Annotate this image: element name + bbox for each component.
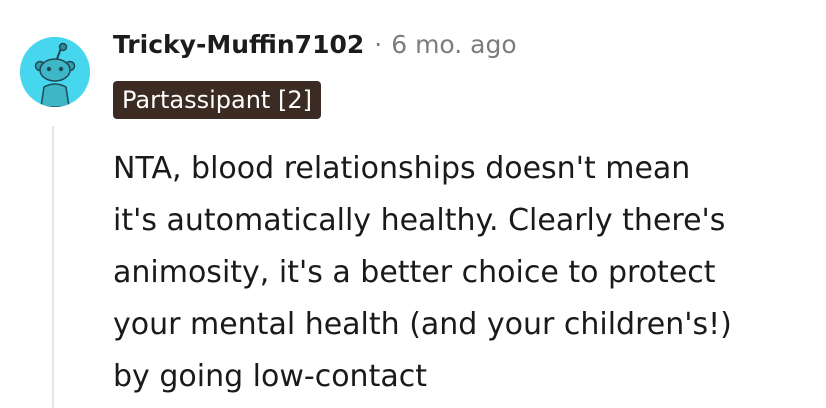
comment-body-line: animosity, it's a better choice to prote… <box>113 255 716 290</box>
comment-body-line: your mental health (and your children's!… <box>113 307 732 342</box>
comment-timestamp[interactable]: 6 mo. ago <box>391 30 516 59</box>
comment: Tricky-Muffin7102 · 6 mo. ago Partassipa… <box>0 0 826 408</box>
comment-body-line: it's automatically healthy. Clearly ther… <box>113 203 726 238</box>
thread-line[interactable] <box>52 126 54 408</box>
avatar[interactable] <box>20 37 90 107</box>
snoo-avatar-icon <box>20 37 90 107</box>
comment-body-line: NTA, blood relationships doesn't mean <box>113 151 691 186</box>
comment-body-line: by going low-contact <box>113 359 427 394</box>
author-username[interactable]: Tricky-Muffin7102 <box>113 30 364 59</box>
comment-body: NTA, blood relationships doesn't mean it… <box>113 143 813 403</box>
meta-separator: · <box>374 30 383 59</box>
user-flair: Partassipant [2] <box>113 81 321 119</box>
comment-header: Tricky-Muffin7102 · 6 mo. ago <box>113 30 517 59</box>
